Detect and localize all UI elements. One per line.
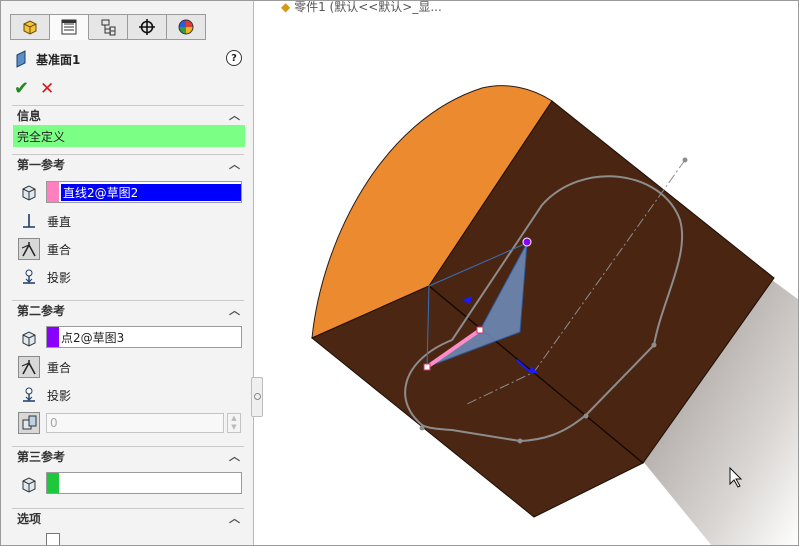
project-option[interactable]: 投影 — [18, 265, 71, 289]
first-reference-title: 第一参考 — [17, 157, 66, 172]
collapse-chevron-icon[interactable]: ︿ — [229, 156, 240, 172]
coincident-icon — [18, 238, 40, 260]
first-reference-value: 直线2@草图2 — [61, 183, 241, 201]
sketch-point[interactable] — [517, 438, 523, 444]
panel-tab-bar — [10, 14, 212, 40]
configuration-icon — [101, 19, 116, 36]
collapse-chevron-icon[interactable]: ︿ — [229, 448, 240, 464]
dimxpert-tab[interactable] — [128, 14, 167, 40]
second-reference-value: 点2@草图3 — [61, 330, 125, 345]
reference-cube-icon — [18, 328, 40, 350]
collapse-chevron-icon[interactable]: ︿ — [229, 510, 240, 526]
distance-spinner[interactable]: ▲ ▼ — [227, 413, 241, 433]
feature-title: 基准面1 — [36, 52, 81, 67]
sketch-point[interactable] — [651, 342, 657, 348]
selected-point[interactable] — [522, 237, 532, 247]
color-wheel-icon — [178, 19, 194, 35]
perpendicular-option[interactable]: 垂直 — [18, 209, 71, 233]
coincident-icon — [18, 356, 40, 378]
collapse-chevron-icon[interactable]: ︿ — [229, 302, 240, 318]
first-reference-selection[interactable]: 直线2@草图2 — [46, 181, 242, 203]
project-label: 投影 — [47, 270, 72, 285]
property-list-icon — [61, 19, 77, 35]
collapse-chevron-icon[interactable]: ︿ — [229, 107, 240, 123]
sketch-point[interactable] — [419, 425, 425, 431]
breadcrumb-text: 零件1 (默认<<默认>_显... — [294, 0, 442, 14]
project-icon — [18, 384, 40, 406]
project-icon — [18, 266, 40, 288]
sketch-point[interactable] — [682, 157, 688, 163]
second-reference-title: 第二参考 — [17, 303, 66, 318]
coincident-label: 重合 — [47, 242, 72, 257]
model-view[interactable] — [262, 0, 799, 546]
display-manager-tab[interactable] — [167, 14, 206, 40]
options-section-title: 选项 — [17, 511, 42, 526]
info-section-title: 信息 — [17, 108, 42, 123]
reference-cube-icon — [18, 182, 40, 204]
perpendicular-icon — [18, 210, 40, 232]
crosshair-icon — [139, 19, 155, 35]
model-breadcrumb[interactable]: ◆ 零件1 (默认<<默认>_显... — [281, 0, 442, 15]
project-label: 投影 — [47, 388, 72, 403]
help-icon[interactable]: ? — [226, 50, 242, 66]
offset-distance-option[interactable] — [18, 411, 40, 435]
third-reference-swatch — [47, 473, 59, 493]
third-reference-title: 第三参考 — [17, 449, 66, 464]
coincident-option[interactable]: 重合 — [18, 237, 71, 261]
configuration-manager-tab[interactable] — [89, 14, 128, 40]
info-section-header[interactable]: 信息 ︿ — [12, 105, 244, 124]
feature-manager-tab[interactable] — [10, 14, 50, 40]
property-manager-tab[interactable] — [50, 14, 89, 40]
property-manager-panel: 基准面1 ? ✔ ✕ 信息 ︿ 完全定义 第一参考 ︿ 直线2@草图2 垂直 重… — [0, 0, 254, 546]
option-checkbox[interactable] — [46, 533, 60, 546]
perpendicular-label: 垂直 — [47, 214, 72, 229]
coincident-label: 重合 — [47, 360, 72, 375]
distance-input[interactable]: 0 — [46, 413, 224, 433]
first-reference-swatch — [47, 182, 59, 202]
graphics-viewport[interactable] — [262, 0, 799, 546]
second-reference-header[interactable]: 第二参考 ︿ — [12, 300, 244, 319]
sketch-point[interactable] — [583, 413, 589, 419]
line-endpoint[interactable] — [476, 326, 484, 334]
offset-distance-icon — [18, 412, 40, 434]
second-reference-swatch — [47, 327, 59, 347]
first-reference-header[interactable]: 第一参考 ︿ — [12, 154, 244, 173]
reference-cube-icon — [18, 474, 40, 496]
third-reference-header[interactable]: 第三参考 ︿ — [12, 446, 244, 465]
ok-button[interactable]: ✔ — [14, 80, 34, 98]
feature-tree-icon — [23, 20, 37, 35]
line-endpoint[interactable] — [423, 363, 431, 371]
confirm-row: ✔ ✕ — [14, 80, 54, 99]
second-reference-selection[interactable]: 点2@草图3 — [46, 326, 242, 348]
status-message: 完全定义 — [13, 125, 245, 147]
part-icon: ◆ — [281, 0, 291, 14]
cancel-button[interactable]: ✕ — [40, 80, 54, 98]
options-section-header[interactable]: 选项 ︿ — [12, 508, 244, 527]
feature-title-row: 基准面1 — [14, 50, 80, 68]
third-reference-selection[interactable] — [46, 472, 242, 494]
project-option-2[interactable]: 投影 — [18, 383, 71, 407]
plane-feature-icon — [16, 50, 26, 68]
coincident-option-2[interactable]: 重合 — [18, 355, 71, 379]
